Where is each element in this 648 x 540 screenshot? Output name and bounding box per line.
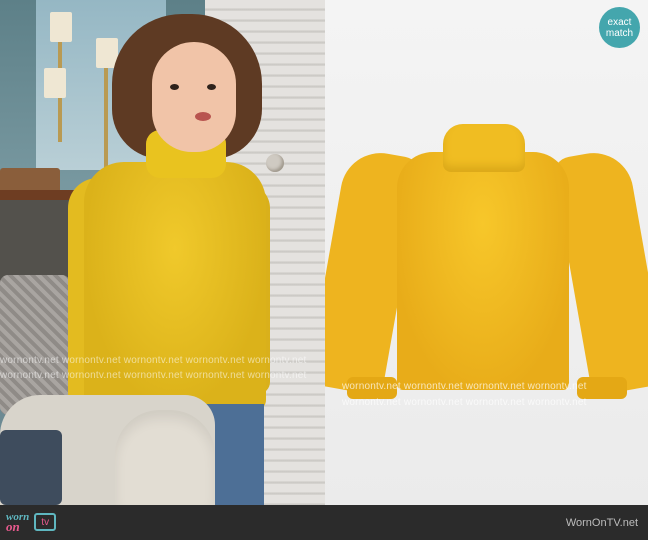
watermark-text: wornontv.net wornontv.net wornontv.net w… xyxy=(342,381,587,392)
girl-eye xyxy=(207,84,216,90)
couch-pillow xyxy=(0,430,62,505)
image-frame: wornontv.net wornontv.net wornontv.net w… xyxy=(0,0,648,505)
badge-line-1: exact xyxy=(607,16,632,28)
candle-stand xyxy=(104,68,108,178)
girl-mouth xyxy=(195,112,211,121)
footer-bar xyxy=(0,505,648,540)
exact-match-badge: exact match xyxy=(599,7,640,48)
throw-pillow xyxy=(0,275,70,415)
couch-arm xyxy=(115,410,215,505)
logo-on: on xyxy=(6,518,20,534)
product-mock-neck-collar xyxy=(443,124,525,172)
watermark-text: wornontv.net wornontv.net wornontv.net w… xyxy=(342,397,587,408)
badge-line-2: match xyxy=(605,27,634,39)
wornontv-logo[interactable]: worn on tv xyxy=(6,507,57,537)
candle xyxy=(44,68,66,98)
logo-wordmark: worn on xyxy=(6,511,29,534)
episode-still-photo xyxy=(0,0,325,505)
product-photo xyxy=(325,0,648,505)
candle xyxy=(50,12,72,42)
product-yellow-sweater xyxy=(397,152,569,390)
girl-eye xyxy=(170,84,179,90)
watermark-text: wornontv.net wornontv.net wornontv.net w… xyxy=(0,370,307,381)
girl-face xyxy=(152,42,236,152)
tv-icon: tv xyxy=(34,513,57,531)
site-credit[interactable]: WornOnTV.net xyxy=(566,517,638,529)
door-knob xyxy=(266,154,284,172)
watermark-text: wornontv.net wornontv.net wornontv.net w… xyxy=(0,355,307,366)
logo-tv: tv xyxy=(41,516,50,528)
